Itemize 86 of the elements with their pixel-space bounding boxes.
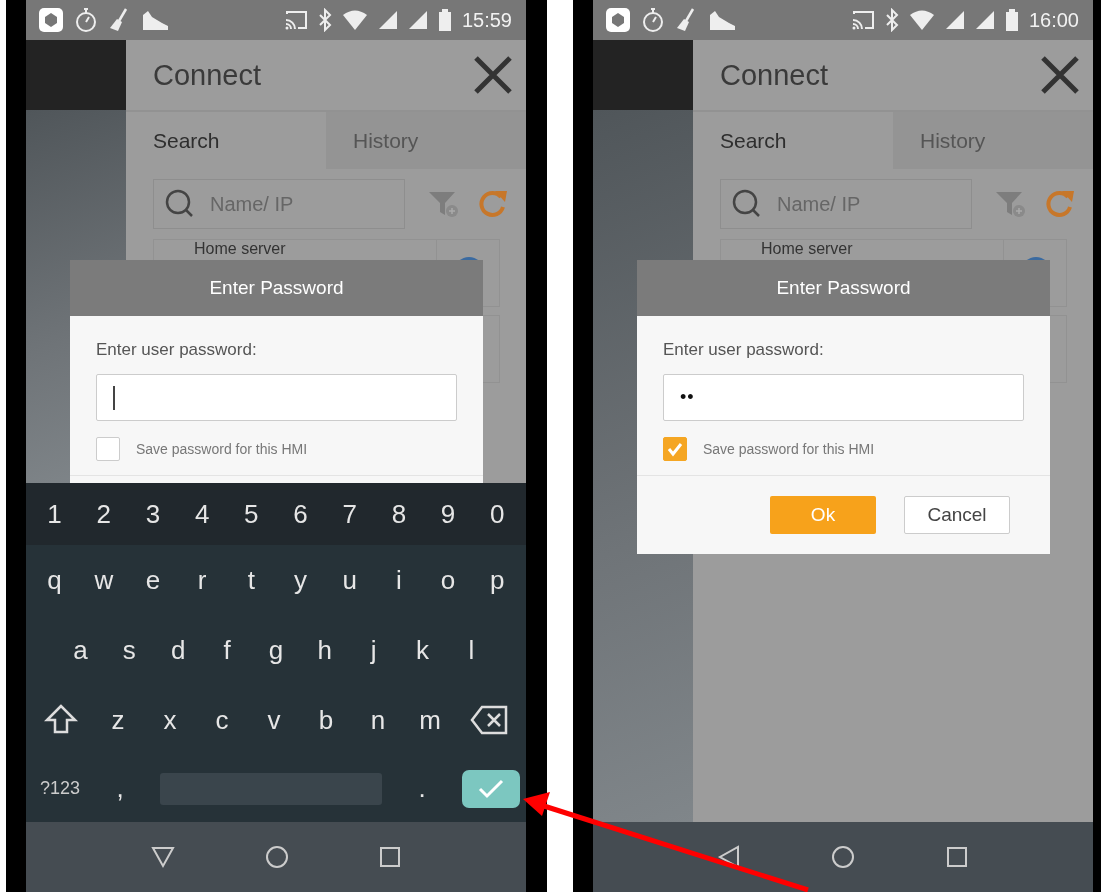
panel-title: Connect xyxy=(153,58,261,92)
key[interactable]: j xyxy=(361,634,386,666)
key[interactable]: o xyxy=(436,564,461,596)
signal-icon xyxy=(974,10,995,30)
battery-icon xyxy=(437,8,452,32)
save-password-checkbox[interactable] xyxy=(96,437,120,461)
signal-icon xyxy=(407,10,428,30)
dialog-title: Enter Password xyxy=(70,260,483,316)
key[interactable]: x xyxy=(158,704,182,736)
home-icon[interactable] xyxy=(830,844,856,870)
backspace-icon[interactable] xyxy=(470,705,508,735)
wifi-icon xyxy=(341,9,368,31)
key[interactable]: a xyxy=(68,634,93,666)
key[interactable]: 2 xyxy=(91,498,116,530)
key[interactable]: y xyxy=(288,564,313,596)
prompt-label: Enter user password: xyxy=(663,340,825,360)
done-key[interactable] xyxy=(462,769,520,808)
key[interactable]: e xyxy=(140,564,165,596)
status-time: 16:00 xyxy=(1028,8,1079,32)
prompt-label: Enter user password: xyxy=(96,340,258,360)
save-password-checkbox[interactable] xyxy=(663,437,687,461)
password-field[interactable]: •• xyxy=(663,374,1024,421)
key[interactable]: 5 xyxy=(239,498,264,530)
key[interactable]: q xyxy=(42,564,67,596)
check-icon xyxy=(666,440,684,458)
close-icon[interactable] xyxy=(1039,54,1081,96)
device-name: Home server xyxy=(760,240,854,257)
key[interactable]: 1 xyxy=(42,498,67,530)
wifi-icon xyxy=(908,9,935,31)
back-icon[interactable] xyxy=(150,845,176,869)
signal-icon xyxy=(377,10,398,30)
key[interactable]: u xyxy=(337,564,362,596)
key[interactable]: v xyxy=(262,704,286,736)
battery-icon xyxy=(1004,8,1019,32)
password-field[interactable] xyxy=(96,374,457,421)
panel-title: Connect xyxy=(720,58,828,92)
symbols-key[interactable]: ?123 xyxy=(40,778,81,799)
key[interactable]: g xyxy=(263,634,288,666)
key[interactable]: b xyxy=(314,704,338,736)
key[interactable]: 7 xyxy=(337,498,362,530)
cast-icon xyxy=(283,9,308,31)
bluetooth-icon xyxy=(317,8,332,32)
key[interactable]: d xyxy=(166,634,191,666)
key[interactable]: t xyxy=(239,564,264,596)
recents-icon[interactable] xyxy=(378,845,402,869)
period-key[interactable]: . xyxy=(410,773,434,804)
app-icon xyxy=(38,7,64,33)
signal-icon xyxy=(944,10,965,30)
key[interactable]: s xyxy=(117,634,142,666)
checkbox-label: Save password for this HMI xyxy=(703,441,875,457)
key[interactable]: f xyxy=(215,634,240,666)
key[interactable]: h xyxy=(312,634,337,666)
key[interactable]: c xyxy=(210,704,234,736)
key[interactable]: m xyxy=(418,704,442,736)
text-cursor xyxy=(113,385,115,410)
stopwatch-icon xyxy=(74,7,98,33)
key[interactable]: p xyxy=(485,564,510,596)
key[interactable]: i xyxy=(386,564,411,596)
key[interactable]: 8 xyxy=(386,498,411,530)
close-icon[interactable] xyxy=(472,54,514,96)
key[interactable]: 3 xyxy=(140,498,165,530)
key[interactable]: 6 xyxy=(288,498,313,530)
key[interactable]: 4 xyxy=(190,498,215,530)
key[interactable]: z xyxy=(106,704,130,736)
checkbox-label: Save password for this HMI xyxy=(136,441,308,457)
key[interactable]: 0 xyxy=(485,498,510,530)
dialog-title: Enter Password xyxy=(637,260,1050,316)
cast-icon xyxy=(850,9,875,31)
key[interactable]: n xyxy=(366,704,390,736)
device-name: Home server xyxy=(193,240,287,257)
status-time: 15:59 xyxy=(461,8,512,32)
cancel-button[interactable]: Cancel xyxy=(904,496,1010,534)
key[interactable]: r xyxy=(190,564,215,596)
broom-icon xyxy=(675,7,697,33)
check-icon xyxy=(478,778,504,799)
key[interactable]: l xyxy=(459,634,484,666)
app-icon xyxy=(605,7,631,33)
key[interactable]: w xyxy=(91,564,116,596)
comma-key[interactable]: , xyxy=(108,773,133,804)
key[interactable]: k xyxy=(410,634,435,666)
stopwatch-icon xyxy=(641,7,665,33)
key[interactable]: 9 xyxy=(436,498,461,530)
bluetooth-icon xyxy=(884,8,899,32)
home-icon[interactable] xyxy=(264,844,290,870)
recents-icon[interactable] xyxy=(944,845,969,869)
broom-icon xyxy=(108,7,130,33)
